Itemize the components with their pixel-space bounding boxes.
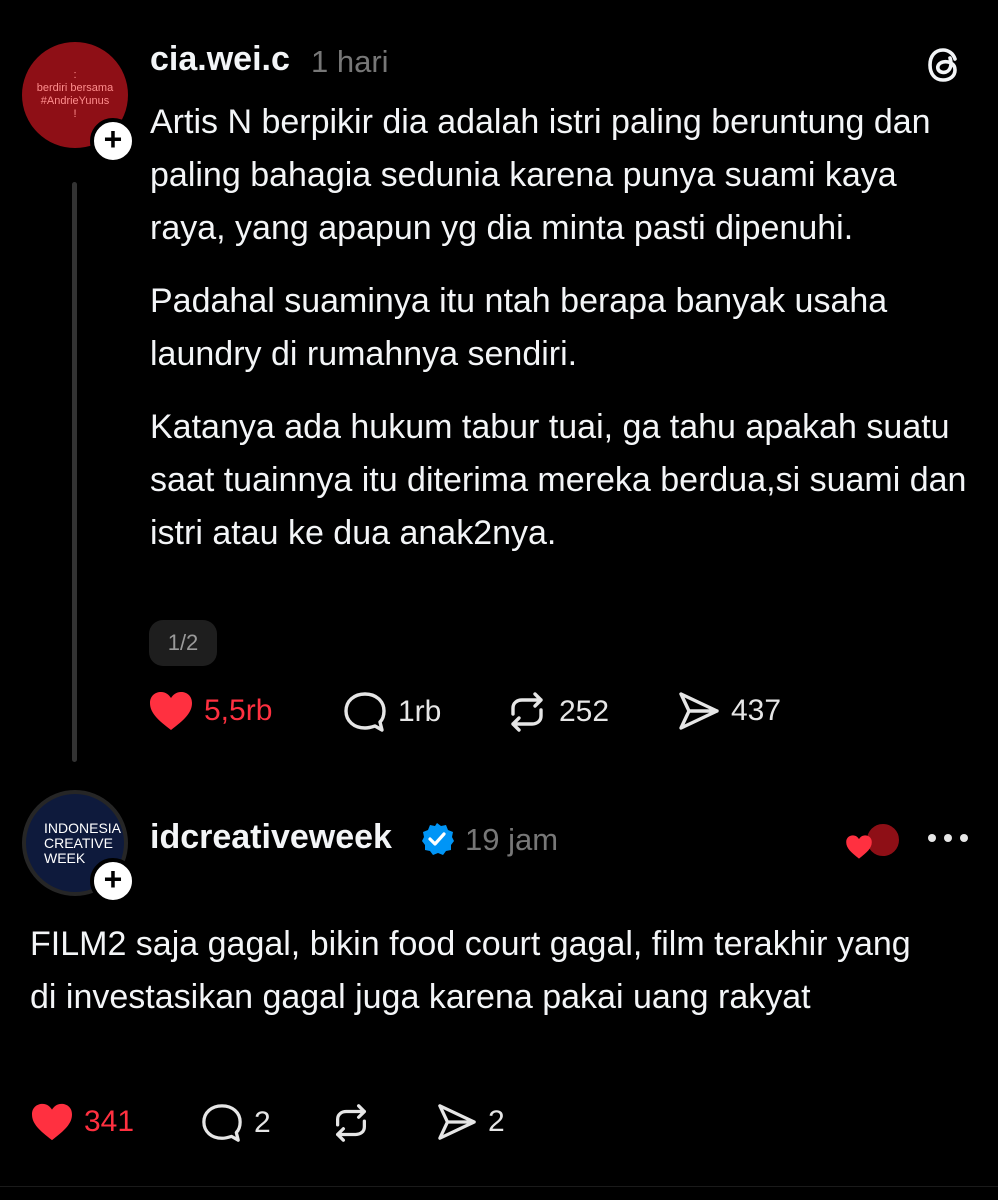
share-count: 2 (488, 1105, 505, 1138)
thread-connector-line (72, 182, 77, 762)
avatar-text-line: berdiri bersama (36, 82, 114, 94)
post-body: FILM2 saja gagal, bikin food court gagal… (30, 925, 911, 1016)
like-count: 341 (84, 1105, 135, 1138)
repost-button[interactable] (330, 1102, 372, 1144)
post-body: Artis N berpikir dia adalah istri paling… (150, 96, 980, 580)
repost-button[interactable]: 252 (505, 690, 609, 734)
divider (0, 1186, 998, 1187)
more-icon[interactable] (926, 826, 970, 850)
repost-count: 252 (559, 695, 610, 728)
comment-icon (344, 692, 386, 732)
comment-icon (202, 1104, 242, 1142)
post-paragraph: Artis N berpikir dia adalah istri paling… (150, 103, 931, 247)
reply-button[interactable]: 1rb (342, 690, 441, 734)
share-button[interactable]: 2 (436, 1102, 505, 1142)
heart-icon (846, 835, 872, 859)
like-count: 5,5rb (204, 694, 273, 727)
avatar-text-line: ! (73, 108, 77, 120)
repost-icon (511, 692, 543, 732)
post-paragraph: Padahal suaminya itu ntah berapa banyak … (150, 282, 888, 373)
reply-count: 1rb (398, 695, 442, 728)
verified-badge-icon (422, 823, 454, 855)
post-timestamp: 19 jam (465, 822, 559, 857)
reply-button[interactable]: 2 (200, 1102, 271, 1144)
avatar-text-line: INDONESIA (44, 819, 122, 836)
like-button[interactable]: 5,5rb (148, 690, 272, 732)
post-timestamp: 1 hari (311, 44, 389, 79)
username[interactable]: idcreativeweek (150, 818, 392, 857)
share-button[interactable]: 437 (677, 690, 781, 732)
like-button[interactable]: 341 (30, 1102, 134, 1142)
avatar-text-line: : (73, 69, 77, 81)
heart-icon (150, 692, 192, 730)
share-icon (679, 692, 719, 730)
repost-icon (336, 1104, 366, 1142)
username[interactable]: cia.wei.c (150, 40, 290, 79)
share-icon (438, 1104, 476, 1140)
avatar-text-line: #AndrieYunus (40, 95, 110, 107)
follow-plus-button[interactable]: + (90, 858, 136, 904)
reply-count: 2 (254, 1106, 271, 1139)
post-paragraph: Katanya ada hukum tabur tuai, ga tahu ap… (150, 408, 967, 552)
threads-logo-icon[interactable] (924, 44, 966, 86)
share-count: 437 (731, 694, 782, 727)
carousel-page-indicator: 1/2 (149, 620, 217, 666)
heart-icon (32, 1103, 72, 1141)
follow-plus-button[interactable]: + (90, 118, 136, 164)
avatar-text-line: CREATIVE (44, 834, 113, 851)
liked-by-avatars[interactable] (845, 820, 909, 864)
